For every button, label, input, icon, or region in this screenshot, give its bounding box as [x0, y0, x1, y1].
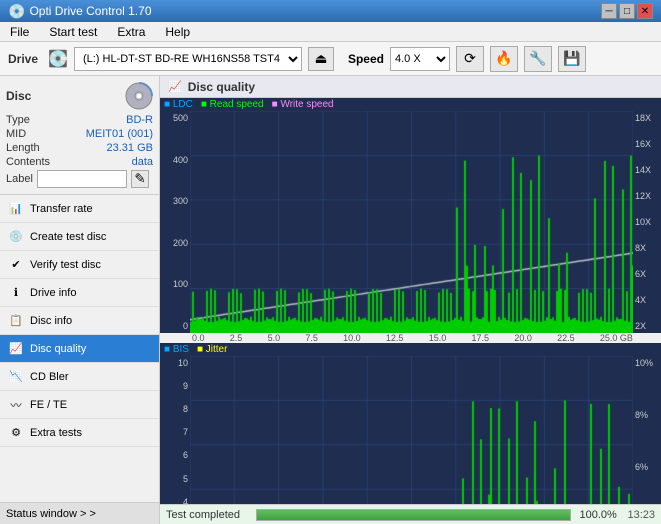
menu-extra[interactable]: Extra	[111, 23, 151, 41]
label-label: Label	[6, 173, 33, 185]
menu-help[interactable]: Help	[159, 23, 196, 41]
nav-disc-info[interactable]: 📋 Disc info	[0, 307, 159, 335]
maximize-button[interactable]: □	[619, 3, 635, 19]
charts-area: ■ LDC ■ Read speed ■ Write speed 5004003…	[160, 98, 661, 504]
type-label: Type	[6, 114, 30, 126]
ldc-x-axis: 0.02.55.07.510.012.515.017.520.022.525.0…	[160, 333, 661, 343]
progress-bar	[256, 509, 571, 521]
content-area: 📈 Disc quality ■ LDC ■ Read speed ■ Writ…	[160, 76, 661, 524]
main-area: Disc Type BD-R MID MEIT01 (001) Length 2…	[0, 76, 661, 524]
create-test-disc-icon: 💿	[8, 229, 24, 245]
progress-fill	[257, 510, 570, 520]
eject-button[interactable]: ⏏	[308, 47, 334, 71]
minimize-button[interactable]: ─	[601, 3, 617, 19]
ldc-chart-container: ■ LDC ■ Read speed ■ Write speed 5004003…	[160, 98, 661, 343]
disc-panel-title: Disc	[6, 89, 31, 103]
drive-icon: 💽	[48, 49, 68, 69]
menubar: File Start test Extra Help	[0, 22, 661, 42]
type-value: BD-R	[126, 114, 153, 126]
nav-transfer-rate-label: Transfer rate	[30, 203, 93, 215]
nav-verify-test-disc-label: Verify test disc	[30, 259, 101, 271]
app-icon: 💿	[8, 3, 25, 20]
transfer-rate-icon: 📊	[8, 201, 24, 217]
contents-label: Contents	[6, 156, 50, 168]
ldc-canvas	[190, 111, 633, 333]
bis-chart-container: ■ BIS ■ Jitter 10987654321 10%8%6%4%2%	[160, 343, 661, 504]
sidebar: Disc Type BD-R MID MEIT01 (001) Length 2…	[0, 76, 160, 524]
burn-button[interactable]: 🔥	[490, 46, 518, 72]
menu-file[interactable]: File	[4, 23, 35, 41]
bis-legend-bis: ■ BIS	[164, 344, 189, 355]
cd-bler-icon: 📉	[8, 369, 24, 385]
nav-drive-info[interactable]: ℹ Drive info	[0, 279, 159, 307]
contents-value: data	[132, 156, 153, 168]
nav-fe-te[interactable]: 〰 FE / TE	[0, 391, 159, 419]
verify-test-disc-icon: ✔	[8, 257, 24, 273]
content-title: Disc quality	[188, 80, 255, 94]
bis-legend-jitter: ■ Jitter	[197, 344, 228, 355]
app-title: Opti Drive Control 1.70	[29, 4, 151, 18]
nav-cd-bler-label: CD Bler	[30, 371, 69, 383]
save-button[interactable]: 💾	[558, 46, 586, 72]
titlebar-controls: ─ □ ✕	[601, 3, 653, 19]
content-header-icon: 📈	[168, 80, 182, 93]
length-label: Length	[6, 142, 40, 154]
nav-drive-info-label: Drive info	[30, 287, 76, 299]
status-window-link[interactable]: Status window > >	[0, 502, 159, 524]
progress-bar-area: Test completed 100.0% 13:23	[160, 504, 661, 524]
ldc-legend-read: ■ Read speed	[201, 99, 264, 110]
content-header: 📈 Disc quality	[160, 76, 661, 98]
refresh-button[interactable]: ⟳	[456, 46, 484, 72]
label-input[interactable]	[37, 170, 127, 188]
label-edit-button[interactable]: ✎	[131, 170, 149, 188]
nav-fe-te-label: FE / TE	[30, 399, 67, 411]
ldc-chart: 5004003002001000 18X16X14X12X10X8X6X4X2X	[160, 111, 661, 333]
nav-extra-tests[interactable]: ⚙ Extra tests	[0, 419, 159, 447]
drive-label: Drive	[8, 52, 38, 66]
menu-start-test[interactable]: Start test	[43, 23, 103, 41]
titlebar: 💿 Opti Drive Control 1.70 ─ □ ✕	[0, 0, 661, 22]
nav-disc-quality-label: Disc quality	[30, 343, 86, 355]
status-text: Test completed	[166, 509, 240, 521]
drive-select[interactable]: (L:) HL-DT-ST BD-RE WH16NS58 TST4	[74, 47, 302, 71]
fe-te-icon: 〰	[8, 397, 24, 413]
disc-icon	[125, 82, 153, 110]
nav-create-test-disc[interactable]: 💿 Create test disc	[0, 223, 159, 251]
extra-tests-icon: ⚙	[8, 425, 24, 441]
bis-canvas	[190, 356, 633, 504]
speed-label: Speed	[348, 52, 384, 66]
disc-panel: Disc Type BD-R MID MEIT01 (001) Length 2…	[0, 76, 159, 195]
time-display: 13:23	[627, 509, 655, 521]
length-value: 23.31 GB	[107, 142, 153, 154]
titlebar-title: 💿 Opti Drive Control 1.70	[8, 3, 152, 20]
speed-select[interactable]: 4.0 X	[390, 47, 450, 71]
mid-label: MID	[6, 128, 26, 140]
nav-create-test-disc-label: Create test disc	[30, 231, 106, 243]
close-button[interactable]: ✕	[637, 3, 653, 19]
bis-chart: 10987654321 10%8%6%4%2%	[160, 356, 661, 504]
mid-value: MEIT01 (001)	[86, 128, 153, 140]
nav-transfer-rate[interactable]: 📊 Transfer rate	[0, 195, 159, 223]
toolbar: Drive 💽 (L:) HL-DT-ST BD-RE WH16NS58 TST…	[0, 42, 661, 76]
progress-percentage: 100.0%	[579, 509, 619, 521]
nav-disc-info-label: Disc info	[30, 315, 72, 327]
nav-items: 📊 Transfer rate 💿 Create test disc ✔ Ver…	[0, 195, 159, 502]
settings-button[interactable]: 🔧	[524, 46, 552, 72]
ldc-legend-write: ■ Write speed	[272, 99, 334, 110]
drive-info-icon: ℹ	[8, 285, 24, 301]
nav-disc-quality[interactable]: 📈 Disc quality	[0, 335, 159, 363]
status-window-label: Status window > >	[6, 508, 96, 520]
disc-quality-icon: 📈	[8, 341, 24, 357]
ldc-legend-ldc: ■ LDC	[164, 99, 193, 110]
nav-cd-bler[interactable]: 📉 CD Bler	[0, 363, 159, 391]
disc-info-icon: 📋	[8, 313, 24, 329]
nav-verify-test-disc[interactable]: ✔ Verify test disc	[0, 251, 159, 279]
nav-extra-tests-label: Extra tests	[30, 427, 82, 439]
